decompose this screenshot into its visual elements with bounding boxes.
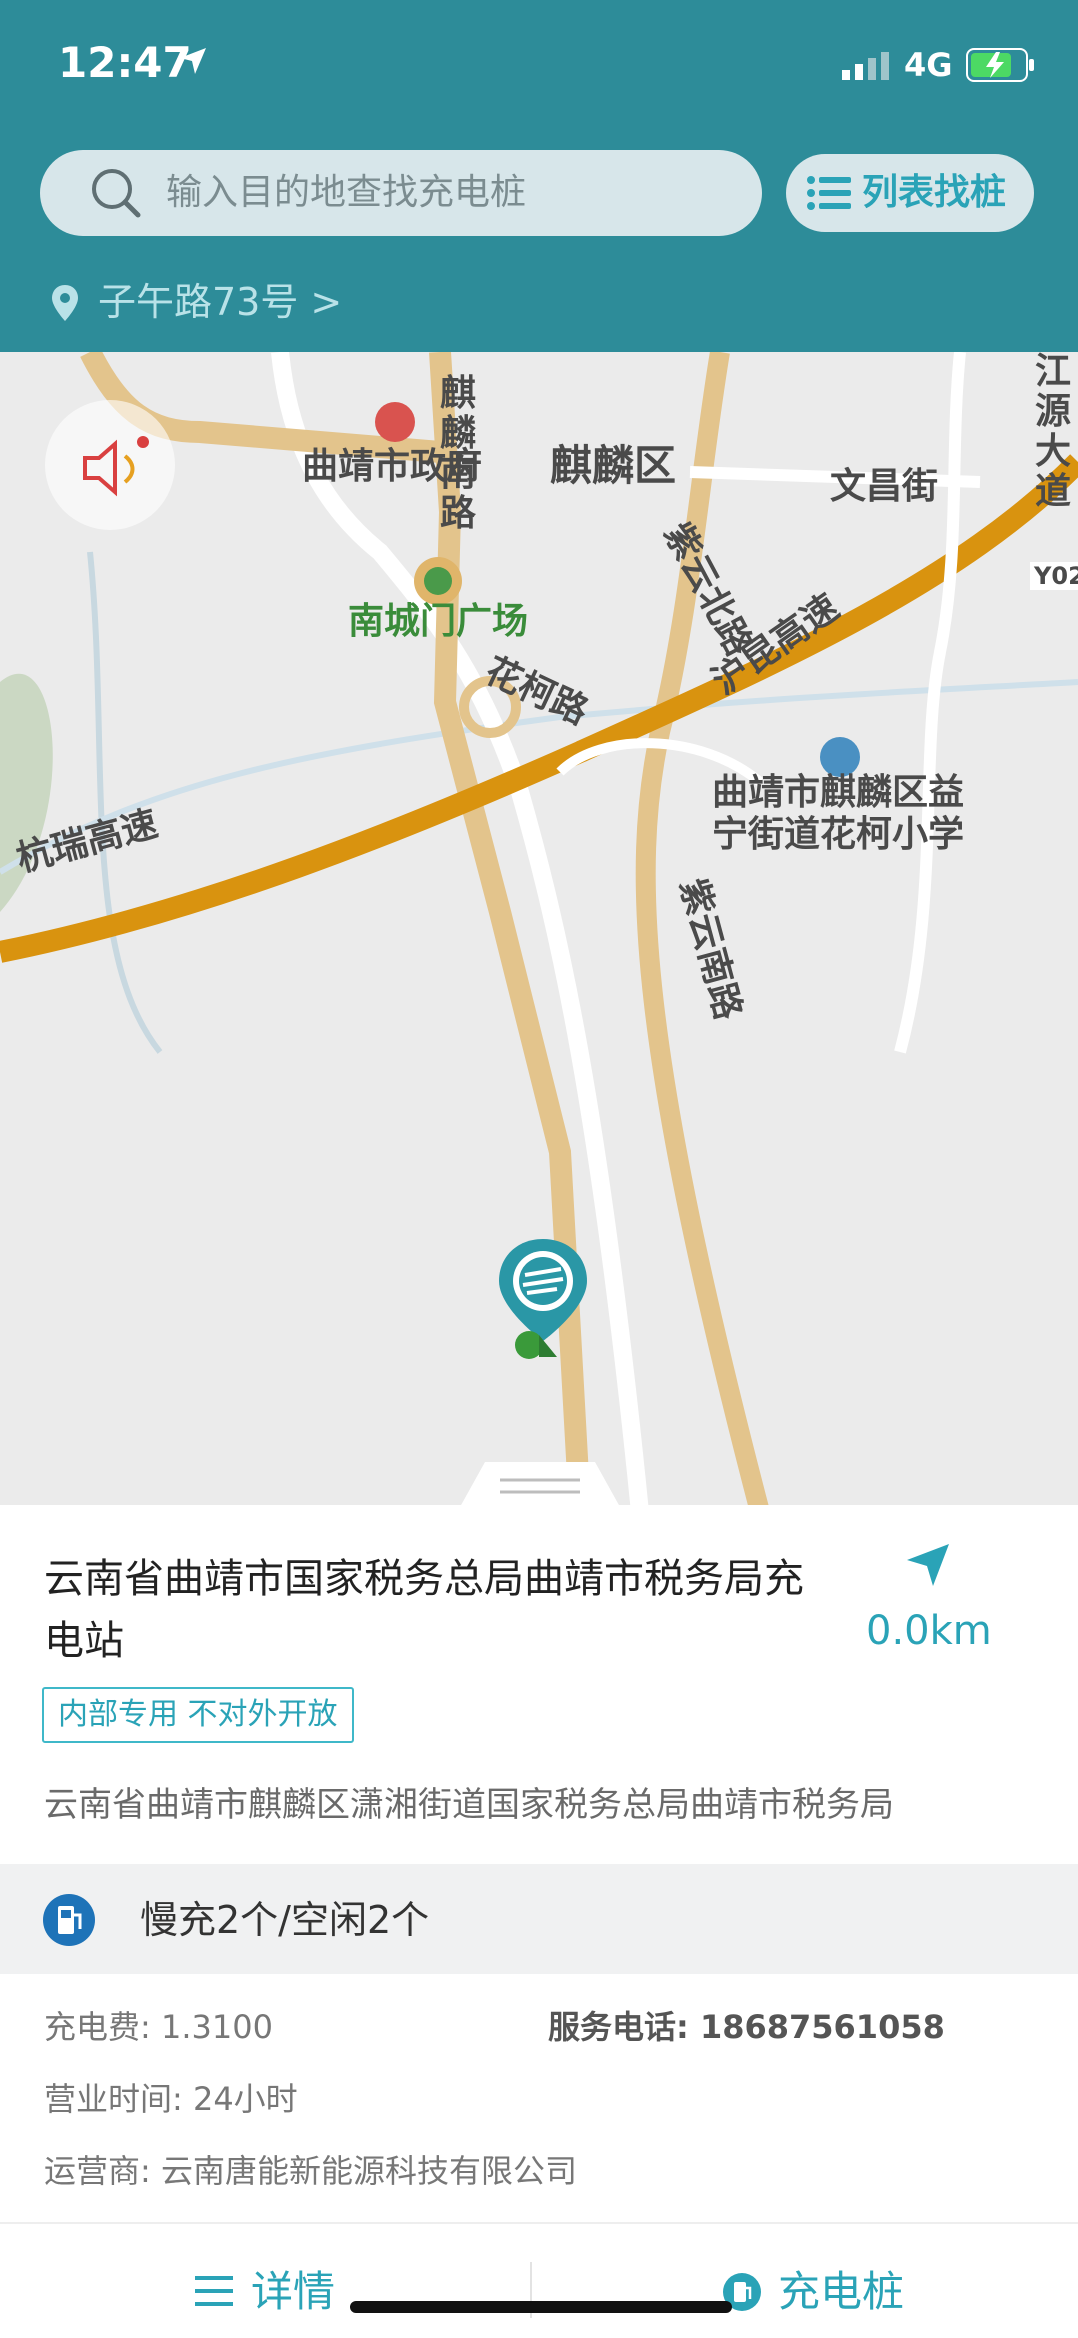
- location-arrow-icon: [180, 48, 206, 74]
- list-icon: [807, 176, 851, 210]
- sound-icon: [83, 436, 149, 497]
- station-distance: 0.0km: [866, 1608, 992, 1654]
- tab-detail-label: 详情: [251, 2267, 336, 2316]
- map-label: 南城门广场: [348, 601, 529, 642]
- battery-icon: [966, 48, 1034, 82]
- navigate-icon[interactable]: [905, 1542, 951, 1588]
- map-label: 曲靖市麒麟区益 宁街道花柯小学: [712, 772, 965, 855]
- network-type: 4G: [904, 46, 953, 84]
- list-find-label: 列表找桩: [862, 172, 1007, 213]
- charger-icon: [43, 1894, 95, 1946]
- search-icon: [92, 169, 141, 218]
- map-label: 文昌街: [830, 466, 939, 507]
- map-label: 曲靖市政府: [302, 446, 483, 487]
- charging-pin-icon[interactable]: [495, 1235, 591, 1375]
- business-hours: 营业时间: 24小时: [44, 2080, 298, 2118]
- map-label: Y02: [1030, 562, 1078, 590]
- home-indicator[interactable]: [350, 2301, 732, 2313]
- slow-charge-count: 慢充2个/空闲2个: [140, 1898, 430, 1942]
- map-label: 麒麟区: [550, 441, 677, 490]
- map-label: 江 源 大 道: [1035, 352, 1072, 512]
- divider: [0, 2222, 1078, 2224]
- search-input[interactable]: 输入目的地查找充电桩: [166, 160, 526, 226]
- operator: 运营商: 云南唐能新能源科技有限公司: [44, 2152, 577, 2190]
- status-time: 12:47: [58, 38, 192, 87]
- station-title: 云南省曲靖市国家税务总局曲靖市税务局充电站: [44, 1556, 804, 1664]
- status-badge: 内部专用 不对外开放: [42, 1687, 354, 1743]
- tab-piles-label: 充电桩: [778, 2267, 905, 2316]
- service-phone[interactable]: 服务电话: 18687561058: [548, 2002, 945, 2052]
- charge-fee: 充电费: 1.3100: [44, 2008, 273, 2046]
- signal-icon: [842, 52, 889, 80]
- station-address: 云南省曲靖市麒麟区潇湘街道国家税务总局曲靖市税务局: [44, 1785, 894, 1825]
- location-pin-icon: [52, 285, 78, 321]
- menu-icon: [195, 2276, 233, 2306]
- current-location[interactable]: 子午路73号 >: [98, 278, 342, 326]
